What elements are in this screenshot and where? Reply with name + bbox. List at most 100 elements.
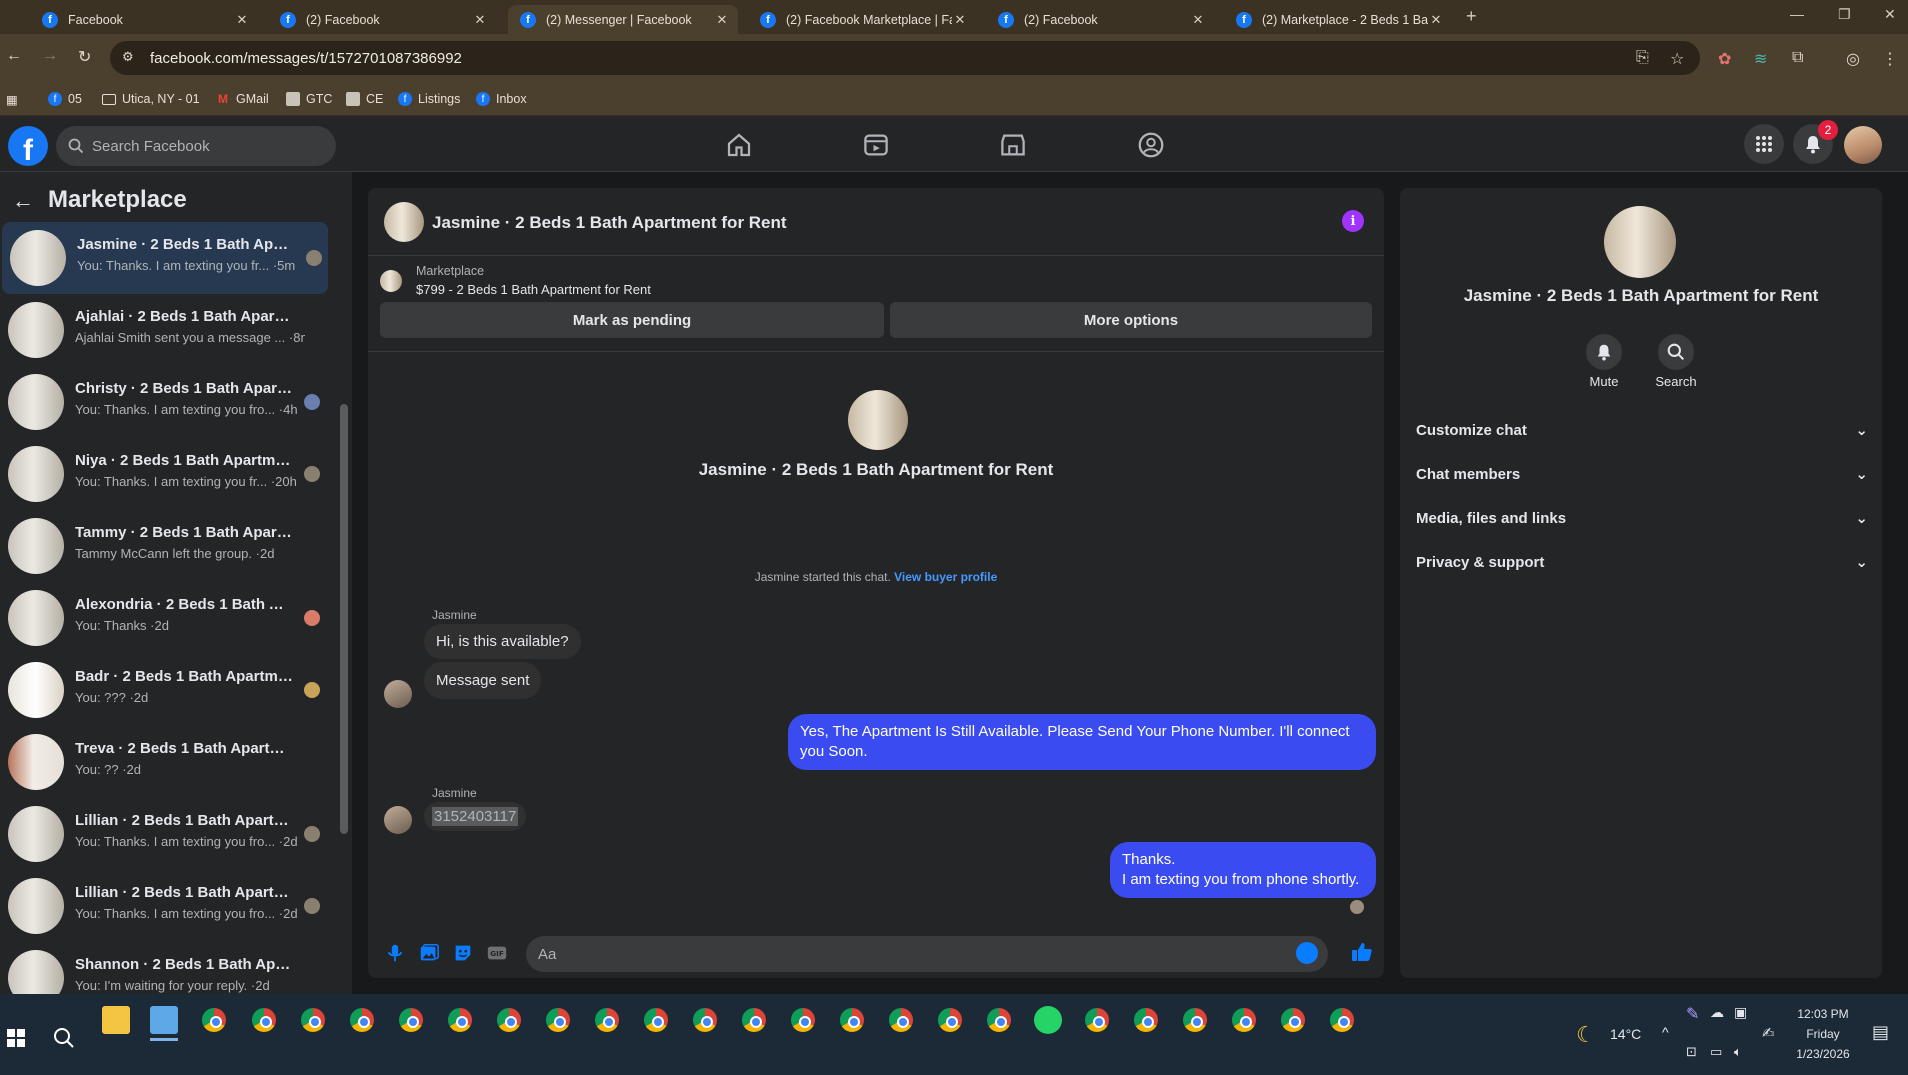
chrome-icon[interactable]: [593, 1006, 621, 1034]
bookmark-item[interactable]: f 05: [48, 92, 82, 106]
site-info-icon[interactable]: ⚙: [122, 49, 134, 65]
outgoing-message[interactable]: Thanks. I am texting you from phone shor…: [1110, 842, 1376, 898]
customize-chat-section[interactable]: Customize chat ⌄: [1416, 412, 1868, 448]
profile-avatar[interactable]: [1844, 126, 1882, 164]
conversation-item[interactable]: Badr · 2 Beds 1 Bath Apartment You: ??? …: [0, 654, 328, 726]
video-icon[interactable]: [861, 130, 891, 160]
chrome-icon[interactable]: [1181, 1006, 1209, 1034]
facebook-logo[interactable]: f: [8, 126, 48, 166]
sidebar-scrollbar[interactable]: [340, 404, 348, 834]
chrome-icon[interactable]: [1132, 1006, 1160, 1034]
emoji-icon[interactable]: [1296, 942, 1318, 964]
cloud-icon[interactable]: ☁: [1710, 1004, 1724, 1021]
chrome-icon[interactable]: [642, 1006, 670, 1034]
marketplace-icon[interactable]: [998, 130, 1028, 160]
whatsapp-icon[interactable]: [1034, 1006, 1062, 1034]
privacy-support-section[interactable]: Privacy & support ⌄: [1416, 544, 1868, 580]
incoming-message[interactable]: 3152403117: [424, 802, 527, 831]
chrome-icon[interactable]: [1083, 1006, 1111, 1034]
mark-as-pending-button[interactable]: Mark as pending: [380, 302, 884, 338]
volume-icon[interactable]: 🔈︎: [1734, 1044, 1742, 1060]
browser-tab[interactable]: f (2) Facebook Marketplace | Facebook ✕: [748, 5, 976, 34]
close-tab-icon[interactable]: ✕: [1428, 12, 1444, 28]
display-icon[interactable]: ▭: [1710, 1044, 1722, 1060]
temperature[interactable]: 14°C: [1610, 1026, 1641, 1042]
bookmark-star-icon[interactable]: ☆: [1670, 49, 1684, 69]
conversation-item[interactable]: Niya · 2 Beds 1 Bath Apartment for Rent …: [0, 438, 328, 510]
conversation-item[interactable]: Treva · 2 Beds 1 Bath Apartment for Rent…: [0, 726, 328, 798]
notification-center-icon[interactable]: ▤: [1872, 1022, 1889, 1043]
install-app-icon[interactable]: ⎘: [1636, 49, 1649, 67]
close-tab-icon[interactable]: ✕: [714, 12, 730, 28]
browser-tab-active[interactable]: f (2) Messenger | Facebook ✕: [508, 5, 738, 34]
conversation-item[interactable]: Lillian · 2 Beds 1 Bath Apartment for Re…: [0, 798, 328, 870]
phone-number-text[interactable]: 3152403117: [432, 807, 519, 826]
chrome-icon[interactable]: [348, 1006, 376, 1034]
chat-title[interactable]: Jasmine · 2 Beds 1 Bath Apartment for Re…: [432, 213, 787, 233]
thumbs-up-icon[interactable]: [1350, 940, 1374, 964]
chrome-icon[interactable]: [740, 1006, 768, 1034]
conversation-item[interactable]: Ajahlai · 2 Beds 1 Bath Apartment for Re…: [0, 294, 328, 366]
bookmark-item[interactable]: GTC: [286, 92, 332, 106]
conversation-item[interactable]: Christy · 2 Beds 1 Bath Apartment for Re…: [0, 366, 328, 438]
close-tab-icon[interactable]: ✕: [234, 12, 250, 28]
gif-icon[interactable]: GIF: [486, 942, 508, 964]
search-in-chat-button[interactable]: [1658, 334, 1694, 370]
view-buyer-profile-link[interactable]: View buyer profile: [894, 570, 997, 584]
profile-icon[interactable]: ◎: [1846, 49, 1860, 69]
pen-tray-icon[interactable]: ✍: [1762, 1024, 1775, 1042]
home-icon[interactable]: [724, 130, 754, 160]
close-tab-icon[interactable]: ✕: [952, 12, 968, 28]
minimize-icon[interactable]: —: [1790, 6, 1804, 22]
photo-icon[interactable]: [418, 942, 440, 964]
sender-avatar[interactable]: [384, 680, 412, 708]
conversation-item[interactable]: Alexondria · 2 Beds 1 Bath Apartment You…: [0, 582, 328, 654]
file-explorer-icon[interactable]: [102, 1006, 130, 1034]
message-input[interactable]: [526, 936, 1328, 972]
conversation-item[interactable]: Lillian · 2 Beds 1 Bath Apartment for Re…: [0, 870, 328, 942]
chrome-icon[interactable]: [397, 1006, 425, 1034]
reload-icon[interactable]: ↻: [78, 47, 91, 67]
microphone-icon[interactable]: [384, 942, 406, 964]
info-icon[interactable]: i: [1342, 210, 1364, 232]
close-tab-icon[interactable]: ✕: [472, 12, 488, 28]
extension-icon[interactable]: ✿: [1718, 49, 1731, 69]
menu-grid-button[interactable]: [1744, 124, 1784, 164]
incoming-message[interactable]: Hi, is this available?: [424, 624, 581, 659]
bookmark-item[interactable]: f Listings: [398, 92, 460, 106]
chrome-icon[interactable]: [691, 1006, 719, 1034]
browser-tab[interactable]: f Facebook ✕: [30, 5, 258, 34]
search-icon[interactable]: [52, 1026, 76, 1050]
extension-icon[interactable]: ≋: [1754, 49, 1767, 69]
device-icon[interactable]: ▣: [1734, 1004, 1747, 1021]
incoming-message[interactable]: Message sent: [424, 662, 542, 699]
bookmark-item[interactable]: M GMail: [216, 92, 269, 106]
extensions-puzzle-icon[interactable]: ⧉: [1792, 49, 1803, 67]
chrome-icon[interactable]: [446, 1006, 474, 1034]
chrome-icon[interactable]: [495, 1006, 523, 1034]
conversation-item[interactable]: Tammy · 2 Beds 1 Bath Apartment for Rent…: [0, 510, 328, 582]
search-box[interactable]: Search Facebook: [56, 126, 336, 166]
more-options-button[interactable]: More options: [890, 302, 1372, 338]
menu-kebab-icon[interactable]: ⋮: [1882, 49, 1898, 69]
sticker-icon[interactable]: [452, 942, 474, 964]
chat-members-section[interactable]: Chat members ⌄: [1416, 456, 1868, 492]
bookmark-item[interactable]: CE: [346, 92, 383, 106]
apps-grid-icon[interactable]: ▦: [6, 92, 18, 107]
back-arrow-icon[interactable]: ←: [6, 47, 22, 65]
bookmark-folder[interactable]: Utica, NY - 01: [102, 92, 200, 106]
chrome-icon[interactable]: [789, 1006, 817, 1034]
conversation-item[interactable]: Shannon · 2 Beds 1 Bath Apartment for Re…: [0, 942, 328, 994]
chrome-icon[interactable]: [936, 1006, 964, 1034]
groups-icon[interactable]: [1136, 130, 1166, 160]
chrome-icon[interactable]: [887, 1006, 915, 1034]
restore-icon[interactable]: ❐: [1838, 6, 1851, 23]
new-tab-button[interactable]: +: [1466, 6, 1477, 27]
browser-tab[interactable]: f (2) Marketplace - 2 Beds 1 Bath ✕: [1224, 5, 1452, 34]
chrome-icon[interactable]: [1230, 1006, 1258, 1034]
bookmark-item[interactable]: f Inbox: [476, 92, 527, 106]
back-arrow-icon[interactable]: ←: [12, 188, 34, 214]
media-files-links-section[interactable]: Media, files and links ⌄: [1416, 500, 1868, 536]
conversation-item-selected[interactable]: Jasmine · 2 Beds 1 Bath Apartment for Re…: [2, 222, 328, 294]
chat-listing-thumbnail[interactable]: [384, 202, 424, 242]
